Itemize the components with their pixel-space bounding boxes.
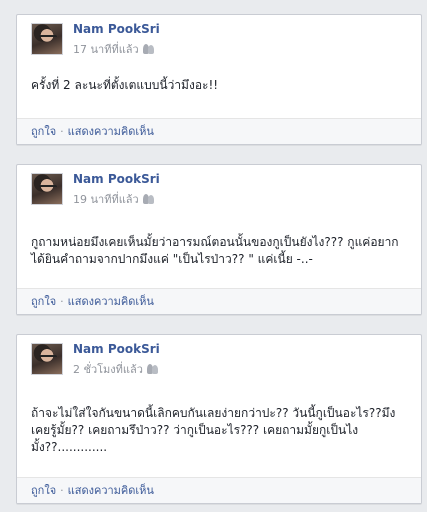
comment-link[interactable]: แสดงความคิดเห็น	[68, 484, 154, 497]
author-name[interactable]: Nam PookSri	[73, 342, 160, 356]
post-card: Nam PookSri 17 นาทีที่แล้ว ครั้งที่ 2 ละ…	[16, 14, 422, 145]
post-time: 2 ชั่วโมงที่แล้ว	[73, 360, 159, 378]
friends-icon[interactable]	[142, 194, 155, 204]
like-link[interactable]: ถูกใจ	[31, 484, 56, 497]
timestamp[interactable]: 2 ชั่วโมงที่แล้ว	[73, 363, 143, 376]
post-header: Nam PookSri 17 นาทีที่แล้ว	[17, 15, 421, 63]
author-name[interactable]: Nam PookSri	[73, 22, 160, 36]
like-link[interactable]: ถูกใจ	[31, 295, 56, 308]
avatar[interactable]	[31, 23, 63, 55]
timestamp[interactable]: 19 นาทีที่แล้ว	[73, 193, 139, 206]
post-text: กูถามหน่อยมึงเคยเห็นมั้ยว่าอารมณ์ตอนนั้น…	[31, 235, 399, 266]
separator: ·	[60, 125, 64, 138]
post-actions: ถูกใจ · แสดงความคิดเห็น	[17, 118, 421, 144]
comment-link[interactable]: แสดงความคิดเห็น	[68, 295, 154, 308]
author-name[interactable]: Nam PookSri	[73, 172, 160, 186]
separator: ·	[60, 484, 64, 497]
post-actions: ถูกใจ · แสดงความคิดเห็น	[17, 477, 421, 503]
friends-icon[interactable]	[142, 44, 155, 54]
post-time: 17 นาทีที่แล้ว	[73, 40, 155, 58]
glasses-graphic	[39, 35, 57, 42]
post-card: Nam PookSri 19 นาทีที่แล้ว กูถามหน่อยมึง…	[16, 164, 422, 315]
avatar[interactable]	[31, 343, 63, 375]
post-header: Nam PookSri 19 นาทีที่แล้ว	[17, 165, 421, 213]
avatar[interactable]	[31, 173, 63, 205]
post-header: Nam PookSri 2 ชั่วโมงที่แล้ว	[17, 335, 421, 383]
separator: ·	[60, 295, 64, 308]
like-link[interactable]: ถูกใจ	[31, 125, 56, 138]
glasses-graphic	[39, 185, 57, 192]
timestamp[interactable]: 17 นาทีที่แล้ว	[73, 43, 139, 56]
post-card: Nam PookSri 2 ชั่วโมงที่แล้ว ถ้าจะไม่ใส่…	[16, 334, 422, 504]
comment-link[interactable]: แสดงความคิดเห็น	[68, 125, 154, 138]
friends-icon[interactable]	[146, 364, 159, 374]
post-text: ถ้าจะไม่ใส่ใจกันขนาดนี้เลิกคบกันเลยง่ายก…	[31, 406, 396, 454]
post-actions: ถูกใจ · แสดงความคิดเห็น	[17, 288, 421, 314]
glasses-graphic	[39, 355, 57, 362]
post-text: ครั้งที่ 2 ละนะที่ตั้งเตแบบนี้ว่ามึงอะ!!	[31, 78, 219, 92]
post-time: 19 นาทีที่แล้ว	[73, 190, 155, 208]
